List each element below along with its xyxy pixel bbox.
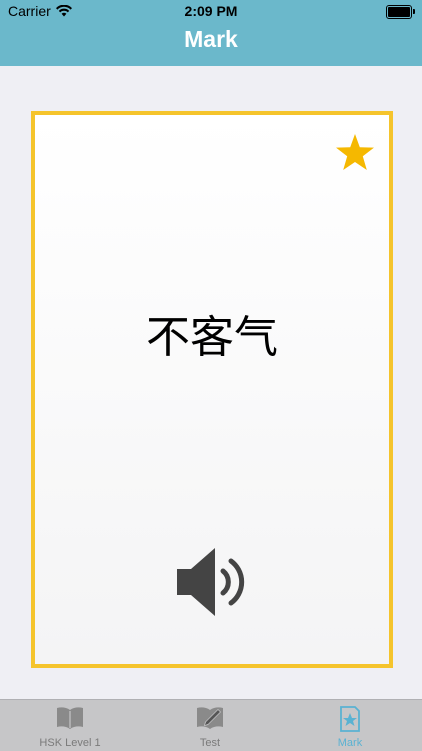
tab-label: Test [199,737,221,749]
tab-hsk-level-1[interactable]: HSK Level 1 [10,700,130,751]
battery-icon [386,5,415,19]
book-icon [57,707,83,729]
pencil-book-icon [197,707,223,729]
tab-mark[interactable]: Mark [290,700,410,751]
flashcard-word: 不客气 [146,313,278,362]
tab-label: Mark [337,737,363,749]
tab-label: HSK Level 1 [39,737,101,749]
status-time: 2:09 PM [184,3,238,19]
speaker-icon[interactable] [175,545,251,619]
flashcard[interactable]: 不客气 [31,111,393,668]
tab-bar: HSK Level 1 Test Mark [0,699,422,751]
app-header: Carrier 2:09 PM Mark [0,0,422,66]
star-icon[interactable] [335,133,375,173]
star-bookmark-icon [340,706,360,732]
tab-test[interactable]: Test [150,700,270,751]
status-bar: Carrier 2:09 PM [0,0,422,22]
page-title: Mark [184,26,238,52]
